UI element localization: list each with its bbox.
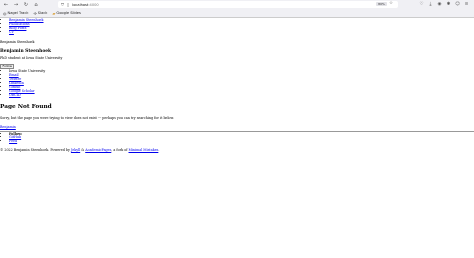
follow-link-item: Feed bbox=[9, 139, 474, 144]
page-content: Benjamin Steenhoek Publications Blog Pos… bbox=[0, 17, 474, 152]
bookmark-nagel-track[interactable]: ◍ Nagel Track bbox=[3, 11, 28, 16]
masthead-nav: Benjamin Steenhoek Publications Blog Pos… bbox=[0, 18, 474, 35]
browser-toolbar: ← → ↻ ⌂ ⛉ ▯ localhost:4000 80% ☆ ♡ ⤓ ◉ ✱… bbox=[0, 0, 474, 9]
url-host: localhost bbox=[72, 2, 89, 7]
site-title-link[interactable]: Benjamin bbox=[0, 125, 16, 129]
account-icon[interactable]: ◉ bbox=[435, 0, 444, 9]
footer-prefix: © 2022 Benjamin Steenhoek. Powered by bbox=[0, 148, 71, 153]
toolbar-right-icons: ♡ ⤓ ◉ ✱ ☺ ≡ bbox=[417, 0, 471, 9]
not-found-message: Sorry, but the page you were trying to v… bbox=[0, 115, 175, 120]
bookmark-label: Google Slides bbox=[56, 11, 81, 15]
home-icon[interactable]: ⌂ bbox=[32, 1, 40, 9]
bookmark-slack[interactable]: ✣ Slack bbox=[33, 11, 47, 16]
orcid-link[interactable]: ORCID bbox=[9, 93, 21, 97]
bookmark-label: Slack bbox=[37, 11, 48, 15]
url-port: :4000 bbox=[88, 2, 99, 7]
bookmark-label: Nagel Track bbox=[7, 11, 29, 15]
forward-icon[interactable]: → bbox=[12, 1, 20, 9]
site-title-wrap: Benjamin bbox=[0, 125, 474, 129]
nav-link-cv[interactable]: CV bbox=[9, 30, 14, 34]
bookmark-google-slides[interactable]: ▰ Google Slides bbox=[52, 11, 81, 16]
academicpages-link[interactable]: AcademicPages bbox=[85, 148, 111, 152]
back-icon[interactable]: ← bbox=[2, 1, 10, 9]
author-links: Iowa State University Email Twitter Link… bbox=[0, 69, 474, 98]
downloads-icon[interactable]: ⤓ bbox=[426, 0, 435, 9]
zoom-level[interactable]: 80% bbox=[376, 1, 387, 6]
menu-icon[interactable]: ≡ bbox=[462, 0, 471, 9]
follow-button-wrap: Follow bbox=[0, 60, 474, 70]
pocket-icon[interactable]: ♡ bbox=[417, 0, 426, 9]
footer-divider bbox=[0, 130, 474, 132]
footer-feed-link[interactable]: Feed bbox=[9, 139, 17, 143]
nav-item: CV bbox=[9, 30, 474, 35]
globe-icon: ◍ bbox=[3, 10, 7, 16]
reload-icon[interactable]: ↻ bbox=[22, 1, 30, 9]
bookmark-star-icon[interactable]: ☆ bbox=[389, 1, 393, 6]
extensions-icon[interactable]: ✱ bbox=[444, 0, 453, 9]
footer-mid: , a fork of bbox=[111, 148, 129, 153]
shield-icon[interactable]: ⛉ bbox=[61, 2, 64, 7]
minimal-mistakes-link[interactable]: Minimal Mistakes bbox=[129, 148, 159, 152]
author-avatar-alt: Benjamin Steenhoek bbox=[0, 39, 35, 44]
slack-icon: ✣ bbox=[33, 10, 37, 16]
profile-icon[interactable]: ☺ bbox=[453, 0, 462, 9]
page-icon[interactable]: ▯ bbox=[67, 2, 69, 7]
folder-icon: ▰ bbox=[52, 10, 56, 16]
footer-follow-list: Follow: GitHub Feed bbox=[0, 132, 474, 145]
author-link-item: ORCID bbox=[9, 93, 474, 98]
jekyll-link[interactable]: Jekyll bbox=[71, 148, 80, 152]
address-bar[interactable]: ⛉ ▯ localhost:4000 bbox=[58, 1, 398, 8]
footer-copyright: © 2022 Benjamin Steenhoek. Powered by Je… bbox=[0, 148, 474, 152]
page-title: Page Not Found bbox=[0, 103, 52, 110]
footer-suffix: . bbox=[158, 148, 160, 153]
author-name: Benjamin Steenhoek bbox=[0, 48, 52, 54]
